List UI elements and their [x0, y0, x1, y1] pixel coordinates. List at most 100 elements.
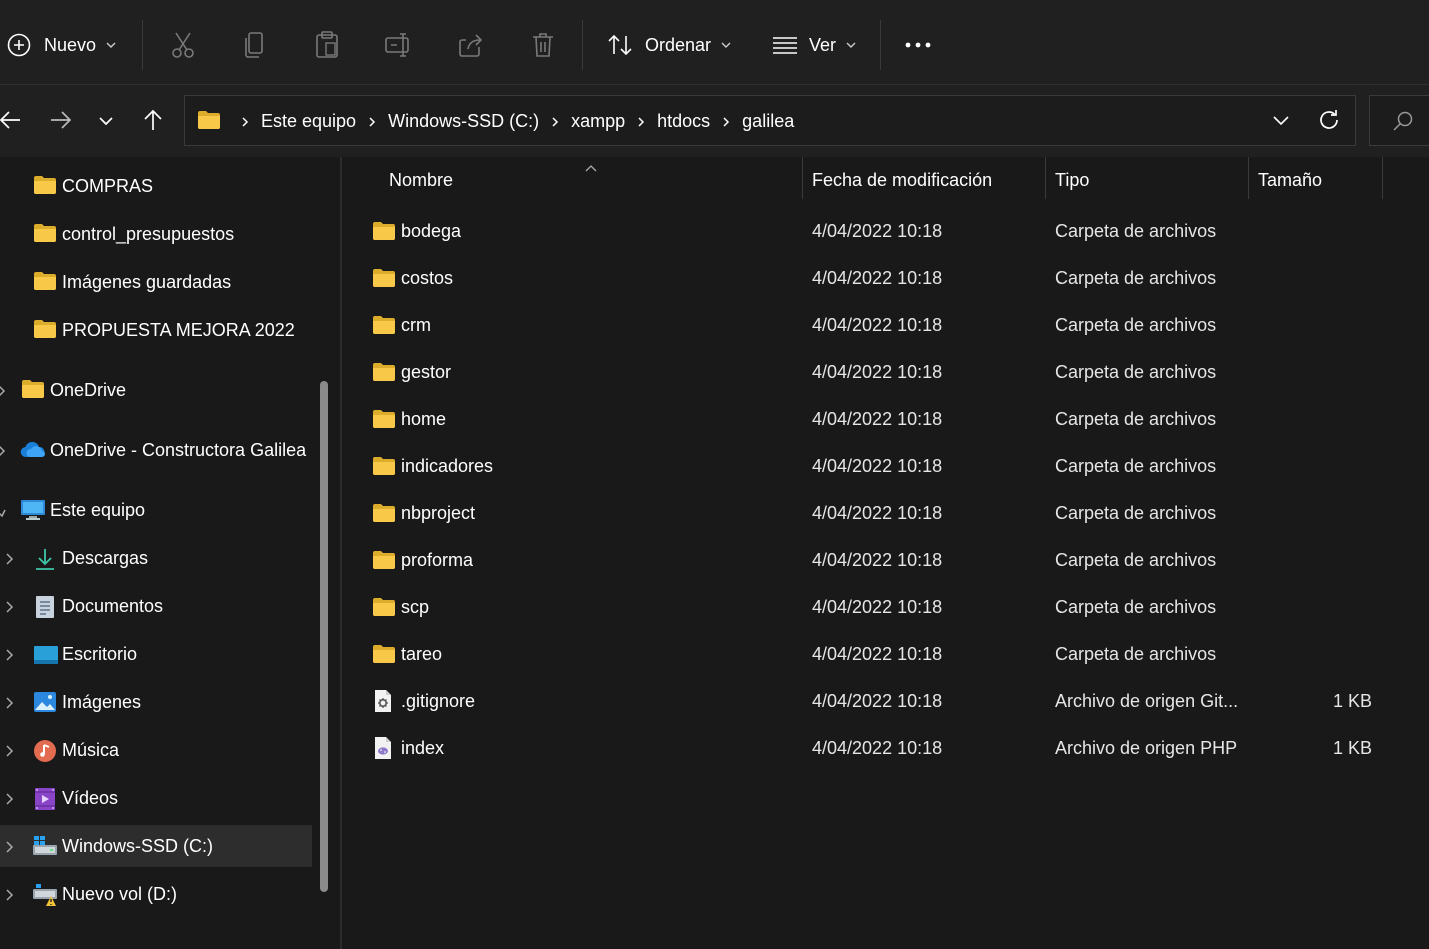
forward-button[interactable] — [43, 104, 79, 140]
share-button[interactable] — [457, 22, 485, 68]
paste-button[interactable] — [313, 22, 341, 68]
refresh-icon[interactable] — [1317, 108, 1341, 137]
chevron-right-icon[interactable] — [0, 382, 6, 403]
chevron-right-icon[interactable] — [6, 550, 14, 571]
row-type: Carpeta de archivos — [1055, 550, 1217, 570]
cut-button[interactable] — [170, 22, 196, 68]
chevron-right-icon — [368, 116, 376, 128]
row-modified: 4/04/2022 10:18 — [812, 362, 943, 382]
column-separator[interactable] — [1045, 157, 1046, 199]
table-row[interactable]: gestor 4/04/2022 10:18 Carpeta de archiv… — [342, 349, 1429, 396]
chevron-right-icon[interactable] — [6, 694, 14, 715]
column-header-modified[interactable]: Fecha de modificación — [812, 157, 1042, 203]
sidebar-item-windows-ssd[interactable]: Windows-SSD (C:) — [0, 825, 312, 867]
back-button[interactable] — [0, 104, 28, 140]
table-row[interactable]: costos 4/04/2022 10:18 Carpeta de archiv… — [342, 255, 1429, 302]
row-name: scp — [401, 597, 430, 617]
sidebar-item-este-equipo[interactable]: Este equipo — [0, 489, 312, 531]
new-button[interactable]: Nuevo — [6, 22, 124, 68]
php-file-icon — [374, 736, 392, 765]
more-options-button[interactable] — [904, 22, 932, 68]
view-button[interactable]: Ver — [772, 22, 856, 68]
breadcrumb-item[interactable]: htdocs — [657, 111, 710, 132]
table-row[interactable]: proforma 4/04/2022 10:18 Carpeta de arch… — [342, 537, 1429, 584]
search-box[interactable] — [1369, 95, 1429, 146]
sidebar-item-documentos[interactable]: Documentos — [0, 585, 312, 627]
folder-icon — [372, 409, 396, 434]
column-header-type[interactable]: Tipo — [1055, 157, 1245, 203]
sidebar-item-compras[interactable]: COMPRAS — [0, 165, 312, 207]
sidebar-item-imagenes-guardadas[interactable]: Imágenes guardadas — [0, 261, 312, 303]
view-button-label: Ver — [809, 34, 837, 55]
table-row[interactable]: crm 4/04/2022 10:18 Carpeta de archivos — [342, 302, 1429, 349]
sort-button[interactable]: Ordenar — [607, 22, 731, 68]
arrow-up-icon — [143, 109, 163, 136]
chevron-down-icon[interactable] — [0, 502, 6, 523]
sidebar-item-propuesta-mejora[interactable]: PROPUESTA MEJORA 2022 — [0, 309, 312, 351]
arrow-right-icon — [50, 110, 72, 135]
breadcrumb-item[interactable]: xampp — [571, 111, 625, 132]
sidebar-scrollbar-thumb[interactable] — [320, 381, 328, 892]
toolbar-separator — [142, 20, 143, 70]
table-row[interactable]: home 4/04/2022 10:18 Carpeta de archivos — [342, 396, 1429, 443]
sidebar-item-videos[interactable]: Vídeos — [0, 777, 312, 819]
toolbar-separator — [880, 20, 881, 70]
computer-icon — [20, 499, 46, 526]
sidebar-item-onedrive-constructora[interactable]: OneDrive - Constructora Galilea — [0, 429, 312, 471]
folder-icon — [33, 175, 57, 200]
delete-button[interactable] — [530, 22, 556, 68]
table-row[interactable]: tareo 4/04/2022 10:18 Carpeta de archivo… — [342, 631, 1429, 678]
chevron-down-icon — [846, 41, 856, 49]
row-size: 1 KB — [1332, 691, 1372, 711]
column-header-name[interactable]: Nombre — [389, 157, 799, 203]
sidebar-item-label: Imágenes — [62, 692, 142, 712]
breadcrumb-item[interactable]: galilea — [742, 111, 794, 132]
up-button[interactable] — [135, 104, 171, 140]
copy-button[interactable] — [242, 22, 268, 68]
column-separator[interactable] — [802, 157, 803, 199]
chevron-right-icon[interactable] — [0, 442, 6, 463]
chevron-right-icon[interactable] — [6, 886, 14, 907]
chevron-down-icon — [721, 41, 731, 49]
row-size: 1 KB — [1332, 738, 1372, 758]
sidebar-item-musica[interactable]: Música — [0, 729, 312, 771]
pictures-icon — [33, 691, 57, 718]
folder-icon — [372, 456, 396, 481]
table-row[interactable]: indicadores 4/04/2022 10:18 Carpeta de a… — [342, 443, 1429, 490]
sidebar-item-descargas[interactable]: Descargas — [0, 537, 312, 579]
sidebar-item-imagenes[interactable]: Imágenes — [0, 681, 312, 723]
table-row[interactable]: index 4/04/2022 10:18 Archivo de origen … — [342, 725, 1429, 772]
column-separator[interactable] — [1382, 157, 1383, 199]
rename-button[interactable] — [384, 22, 412, 68]
chevron-right-icon[interactable] — [6, 598, 14, 619]
chevron-right-icon[interactable] — [6, 646, 14, 667]
row-name: costos — [401, 268, 454, 288]
sidebar-item-label: Nuevo vol (D:) — [62, 884, 178, 904]
column-header-size[interactable]: Tamaño — [1258, 157, 1378, 203]
sidebar-item-label: Imágenes guardadas — [62, 272, 232, 292]
sidebar-item-nuevo-vol[interactable]: Nuevo vol (D:) — [0, 873, 312, 915]
chevron-right-icon[interactable] — [6, 742, 14, 763]
row-name: .gitignore — [401, 691, 476, 711]
sidebar-item-escritorio[interactable]: Escritorio — [0, 633, 312, 675]
table-row[interactable]: .gitignore 4/04/2022 10:18 Archivo de or… — [342, 678, 1429, 725]
folder-icon — [33, 271, 57, 296]
row-name: bodega — [401, 221, 462, 241]
row-modified: 4/04/2022 10:18 — [812, 315, 943, 335]
chevron-right-icon — [551, 116, 559, 128]
chevron-right-icon[interactable] — [6, 790, 14, 811]
address-history-dropdown[interactable] — [1271, 110, 1291, 135]
sidebar-item-control-presupuestos[interactable]: control_presupuestos — [0, 213, 312, 255]
table-row[interactable]: nbproject 4/04/2022 10:18 Carpeta de arc… — [342, 490, 1429, 537]
breadcrumb-item[interactable]: Este equipo — [261, 111, 356, 132]
table-row[interactable]: scp 4/04/2022 10:18 Carpeta de archivos — [342, 584, 1429, 631]
sidebar-item-onedrive[interactable]: OneDrive — [0, 369, 312, 411]
recent-locations-button[interactable] — [88, 104, 124, 140]
table-row[interactable]: bodega 4/04/2022 10:18 Carpeta de archiv… — [342, 208, 1429, 255]
chevron-right-icon[interactable] — [6, 838, 14, 859]
breadcrumb-item[interactable]: Windows-SSD (C:) — [388, 111, 539, 132]
column-separator[interactable] — [1248, 157, 1249, 199]
sidebar-item-label: OneDrive - Constructora Galilea — [50, 440, 307, 460]
address-bar[interactable]: Este equipo Windows-SSD (C:) xampp htdoc… — [184, 95, 1356, 146]
download-icon — [34, 547, 56, 576]
